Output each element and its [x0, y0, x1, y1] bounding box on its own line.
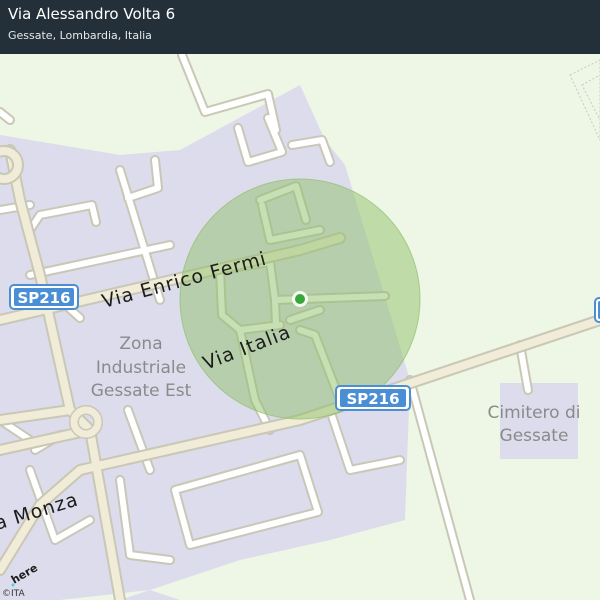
- svg-text:Industriale: Industriale: [96, 358, 186, 378]
- location-header: Via Alessandro Volta 6 Gessate, Lombardi…: [0, 0, 600, 54]
- address-title: Via Alessandro Volta 6: [8, 5, 176, 23]
- svg-text:Zona: Zona: [119, 334, 162, 354]
- copyright-text: ©ITA: [2, 589, 25, 599]
- svg-text:Gessate: Gessate: [500, 426, 569, 446]
- road-shield-sp216-center: SP216: [335, 385, 411, 411]
- svg-text:SP216: SP216: [346, 390, 399, 408]
- map-canvas[interactable]: Via Enrico Fermi Via Italia a Monza Zona…: [0, 0, 600, 600]
- svg-text:Gessate Est: Gessate Est: [91, 381, 192, 401]
- location-marker[interactable]: [292, 291, 308, 307]
- road-shield-sp216-left: SP216: [9, 284, 79, 310]
- svg-text:Cimitero di: Cimitero di: [488, 403, 581, 423]
- road-shield-right-edge: [594, 297, 600, 323]
- svg-text:SP216: SP216: [17, 289, 70, 307]
- address-subtitle: Gessate, Lombardia, Italia: [8, 29, 152, 42]
